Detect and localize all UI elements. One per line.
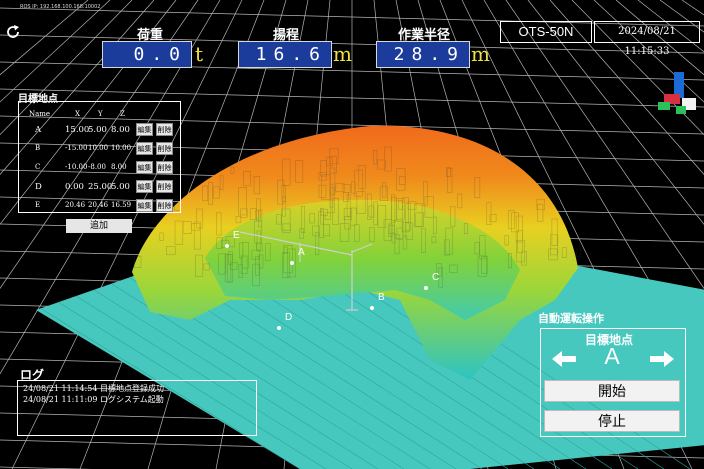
target-name: A — [35, 125, 42, 135]
target-z: 10.00 — [111, 144, 132, 152]
edit-button[interactable]: 編集 — [136, 180, 153, 193]
auto-operation-title: 自動運転操作 — [538, 312, 604, 325]
arrow-right-icon[interactable] — [650, 351, 674, 367]
target-z: 8.00 — [111, 125, 130, 135]
target-marker-label: B — [378, 292, 385, 303]
target-marker-label: D — [285, 312, 292, 323]
log-entry: 24/08/21 11:11:09 ログシステム起動 — [23, 395, 164, 404]
lift-value: 16.6 — [238, 41, 332, 68]
ros-ip-label: ROS IP: 192.168.100.168:10002 — [20, 4, 101, 10]
target-z: 8.00 — [111, 163, 127, 171]
stop-button[interactable]: 停止 — [544, 410, 680, 432]
delete-button[interactable]: 削除 — [156, 142, 173, 155]
target-x: 15.00 — [65, 125, 90, 135]
start-button[interactable]: 開始 — [544, 380, 680, 402]
col-y: Y — [98, 110, 103, 118]
load-value: 0.0 — [102, 41, 192, 68]
target-marker-dot — [277, 326, 281, 330]
target-name: B — [35, 144, 41, 152]
target-marker-dot — [290, 261, 294, 265]
target-x: 0.00 — [65, 182, 84, 192]
target-marker-dot — [370, 306, 374, 310]
datetime-display: 2024/08/21 11:15:33 — [594, 21, 700, 57]
add-target-button[interactable]: 追加 — [66, 219, 132, 233]
delete-button[interactable]: 削除 — [156, 123, 173, 136]
col-x: X — [75, 110, 80, 118]
target-x: 20.46 — [65, 201, 86, 209]
target-x: -15.00 — [65, 144, 88, 152]
target-y: 5.00 — [88, 125, 107, 135]
machine-id: OTS-50N — [500, 21, 592, 43]
arrow-left-icon[interactable] — [552, 351, 576, 367]
radius-value: 28.9 — [376, 41, 470, 68]
target-marker-label: A — [298, 247, 305, 258]
reload-icon[interactable] — [5, 24, 21, 40]
edit-button[interactable]: 編集 — [136, 142, 153, 155]
delete-button[interactable]: 削除 — [156, 199, 173, 212]
log-panel: 24/08/21 11:14:54 目標地点登録成功 24/08/21 11:1… — [17, 380, 257, 436]
target-marker-label: E — [233, 230, 240, 241]
target-x: -10.00 — [65, 163, 88, 171]
delete-button[interactable]: 削除 — [156, 161, 173, 174]
target-name: C — [35, 163, 41, 171]
target-z: 16.59 — [111, 201, 132, 209]
col-name: Name — [29, 110, 51, 118]
target-marker-label: C — [432, 272, 439, 283]
target-name: D — [35, 182, 42, 192]
delete-button[interactable]: 削除 — [156, 180, 173, 193]
radius-unit: m — [471, 42, 490, 66]
target-y: -8.00 — [88, 163, 106, 171]
target-name: E — [35, 201, 41, 209]
load-unit: t — [195, 42, 204, 66]
lift-unit: m — [333, 42, 352, 66]
col-z: Z — [120, 110, 125, 118]
edit-button[interactable]: 編集 — [136, 199, 153, 212]
target-marker-dot — [424, 286, 428, 290]
targets-panel: Name X Y Z A 15.00 5.00 8.00 編集 削除 B -15.00 10.0… — [18, 101, 181, 213]
edit-button[interactable]: 編集 — [136, 123, 153, 136]
target-marker-dot — [225, 244, 229, 248]
target-z: 5.00 — [111, 182, 130, 192]
target-y: 20.46 — [88, 201, 109, 209]
edit-button[interactable]: 編集 — [136, 161, 153, 174]
target-y: 25.00 — [88, 182, 113, 192]
selected-target: A — [604, 343, 620, 369]
log-entry: 24/08/21 11:14:54 目標地点登録成功 — [23, 384, 164, 393]
target-y: 10.00 — [88, 144, 109, 152]
